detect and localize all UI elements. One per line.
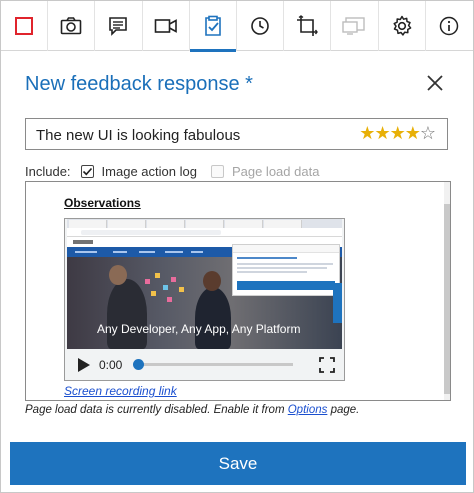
observations-heading: Observations — [64, 196, 141, 210]
include-options: Include: Image action log Page load data — [25, 161, 319, 181]
include-label: Include: — [25, 163, 71, 179]
crop-button[interactable] — [284, 1, 332, 51]
gear-icon — [393, 15, 411, 36]
video-frame: Any Developer, Any App, Any Platform — [67, 219, 342, 349]
note-prefix: Page load data is currently disabled. En… — [25, 404, 288, 416]
video-tab — [186, 220, 224, 228]
timeline-button[interactable] — [237, 1, 285, 51]
seek-knob[interactable] — [133, 359, 144, 370]
stop-recording-button[interactable] — [1, 1, 49, 51]
screens-icon — [342, 17, 366, 35]
image-action-log-checkbox[interactable] — [80, 164, 94, 178]
page-load-note: Page load data is currently disabled. En… — [25, 404, 359, 416]
video-seek-bar[interactable] — [133, 359, 293, 370]
editor-scroll-thumb[interactable] — [444, 204, 450, 394]
settings-button[interactable] — [379, 1, 426, 51]
toolbar — [1, 1, 473, 52]
close-button[interactable] — [423, 71, 447, 95]
page-title: New feedback response * — [25, 73, 253, 95]
crop-icon — [297, 15, 319, 36]
screenshot-button[interactable] — [48, 1, 96, 51]
camera-icon — [60, 17, 82, 35]
clipboard-check-icon — [205, 15, 221, 36]
video-hero-text: Any Developer, Any App, Any Platform — [97, 322, 301, 336]
note-icon — [109, 17, 128, 36]
video-tab — [147, 220, 185, 228]
star-3-icon[interactable]: ★ — [390, 123, 406, 143]
fullscreen-icon — [319, 357, 335, 373]
save-button[interactable]: Save — [10, 442, 466, 485]
page-load-data-checkbox[interactable] — [210, 164, 224, 178]
video-tab — [264, 220, 302, 228]
star-rating[interactable]: ★★★★☆ — [359, 123, 436, 144]
feedback-title-input[interactable] — [36, 124, 356, 146]
star-2-icon[interactable]: ★ — [374, 123, 390, 143]
info-icon — [440, 16, 459, 36]
video-tab — [225, 220, 263, 228]
page-load-data-label: Page load data — [231, 163, 320, 179]
video-button[interactable] — [143, 1, 190, 51]
feedback-panel: New feedback response * ★★★★☆ Include: I… — [0, 0, 474, 493]
feedback-button[interactable] — [189, 1, 237, 52]
checkmark-icon — [82, 167, 92, 175]
screen-recording-link[interactable]: Screen recording link — [64, 384, 177, 398]
note-button[interactable] — [95, 1, 143, 51]
play-button[interactable] — [77, 357, 91, 373]
play-icon — [78, 358, 90, 372]
video-controls: 0:00 — [65, 349, 344, 380]
feedback-title-field: ★★★★☆ — [25, 118, 448, 150]
editor-scrollbar[interactable] — [444, 182, 450, 400]
recording-video-player[interactable]: Any Developer, Any App, Any Platform 0:0… — [64, 218, 345, 381]
options-link[interactable]: Options — [288, 404, 328, 416]
video-tab — [69, 220, 107, 228]
note-suffix: page. — [327, 404, 360, 416]
info-button[interactable] — [426, 1, 473, 51]
fullscreen-button[interactable] — [319, 357, 335, 373]
star-5-icon[interactable]: ☆ — [420, 123, 436, 143]
video-browser-tabs — [67, 219, 342, 228]
video-address-bar — [67, 228, 342, 237]
stop-square-icon — [15, 17, 34, 35]
clock-icon — [251, 17, 269, 35]
star-1-icon[interactable]: ★ — [359, 123, 375, 143]
image-action-log-label: Image action log — [101, 163, 197, 179]
observations-editor[interactable]: Observations Any Developer, Any App, Any… — [25, 181, 451, 401]
close-icon — [427, 75, 443, 91]
video-feedback-tab — [333, 283, 342, 323]
screens-button[interactable] — [331, 1, 379, 51]
video-tab — [108, 220, 146, 228]
video-time: 0:00 — [99, 358, 123, 372]
video-camera-icon — [154, 19, 177, 33]
star-4-icon[interactable]: ★ — [405, 123, 421, 143]
video-recording-popup — [232, 244, 340, 296]
